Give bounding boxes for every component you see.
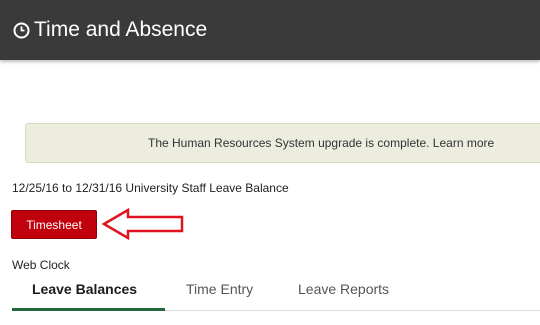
active-tab-indicator	[12, 308, 165, 311]
tab-time-entry[interactable]: Time Entry	[186, 281, 253, 297]
leave-balance-period: 12/25/16 to 12/31/16 University Staff Le…	[12, 181, 289, 195]
tab-leave-balances[interactable]: Leave Balances	[32, 281, 137, 297]
red-arrow-icon	[101, 207, 184, 241]
web-clock-link[interactable]: Web Clock	[12, 258, 70, 272]
page-title: Time and Absence	[34, 18, 208, 41]
upgrade-banner: The Human Resources System upgrade is co…	[25, 123, 540, 163]
banner-text[interactable]: The Human Resources System upgrade is co…	[148, 136, 494, 150]
clock-icon	[13, 22, 30, 39]
app-header: Time and Absence	[0, 0, 540, 60]
timesheet-button[interactable]: Timesheet	[11, 210, 97, 239]
tab-leave-reports[interactable]: Leave Reports	[298, 281, 389, 297]
tab-bar: Leave Balances Time Entry Leave Reports	[12, 273, 540, 313]
